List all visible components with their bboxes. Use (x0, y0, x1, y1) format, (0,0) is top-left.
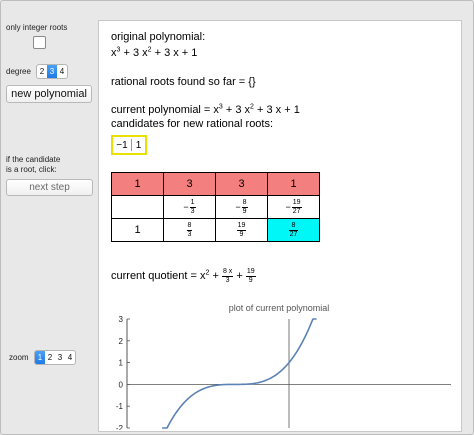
candidates-label: candidates for new rational roots: (111, 118, 274, 130)
y-tick-label: 0 (119, 380, 124, 389)
rational-roots-found: rational roots found so far = {} (111, 76, 256, 88)
degree-option-3[interactable]: 3 (47, 65, 57, 78)
table-row-sums: 1 83 19 9 8 27 (111, 218, 320, 242)
new-polynomial-button[interactable]: new polynomial (6, 85, 92, 103)
controls-sidebar: only integer roots degree 2 3 4 new poly… (1, 1, 97, 434)
sum-cell: 19 9 (215, 218, 268, 242)
polynomial-plot: plot of current polynomial 3 2 1 0 -1 -2 (116, 303, 451, 430)
table-row-coefficients: 1 3 3 1 (111, 172, 320, 196)
coef-cell: 3 (163, 172, 216, 196)
y-tick-label: 3 (119, 315, 124, 324)
current-quotient: current quotient = x2 + 8 x3 + 19 9 (111, 267, 256, 284)
product-cell: −8 9 (215, 195, 268, 219)
app-window: only integer roots degree 2 3 4 new poly… (0, 0, 474, 435)
current-polynomial: current polynomial = x3 + 3 x2 + 3 x + 1 (111, 103, 300, 116)
y-tick-label: 2 (119, 337, 124, 346)
original-polynomial: x3 + 3 x2 + 3 x + 1 (111, 46, 198, 59)
candidate-hint-line2: is a root, click: (6, 165, 57, 174)
synthetic-division-table: 1 3 3 1 −1 3 −8 9 −19 27 1 83 19 9 8 27 (111, 172, 320, 242)
degree-selector: 2 3 4 (36, 64, 68, 79)
candidate-list: −1 1 (111, 135, 147, 155)
table-row-products: −1 3 −8 9 −19 27 (111, 195, 320, 219)
sum-cell: 83 (163, 218, 216, 242)
candidate-minus-one[interactable]: −1 (113, 140, 131, 151)
zoom-option-4[interactable]: 4 (65, 351, 75, 364)
output-panel: original polynomial: x3 + 3 x2 + 3 x + 1… (98, 20, 462, 432)
coef-cell: 1 (267, 172, 320, 196)
plot-title: plot of current polynomial (229, 303, 330, 313)
zoom-option-3[interactable]: 3 (55, 351, 65, 364)
integer-roots-label: only integer roots (6, 23, 68, 32)
y-tick-label: -2 (116, 424, 124, 430)
sum-cell: 1 (111, 218, 164, 242)
candidate-one[interactable]: 1 (132, 140, 145, 151)
y-tick-label: -1 (116, 402, 124, 411)
y-tick-label: 1 (119, 359, 124, 368)
zoom-option-1[interactable]: 1 (35, 351, 45, 364)
product-cell: −1 3 (163, 195, 216, 219)
product-cell: −19 27 (267, 195, 320, 219)
zoom-option-2[interactable]: 2 (45, 351, 55, 364)
coef-cell: 3 (215, 172, 268, 196)
zoom-label: zoom (9, 353, 29, 362)
original-polynomial-label: original polynomial: (111, 31, 206, 43)
polynomial-curve (162, 318, 317, 429)
zoom-selector: 1 2 3 4 (34, 350, 76, 365)
degree-label: degree (6, 67, 31, 76)
integer-roots-checkbox[interactable] (33, 36, 46, 49)
coef-cell: 1 (111, 172, 164, 196)
degree-option-2[interactable]: 2 (37, 65, 47, 78)
next-step-button[interactable]: next step (6, 179, 93, 196)
product-cell-empty (111, 195, 164, 219)
remainder-cell: 8 27 (267, 218, 320, 242)
candidate-hint-line1: if the candidate (6, 155, 61, 164)
degree-option-4[interactable]: 4 (57, 65, 67, 78)
